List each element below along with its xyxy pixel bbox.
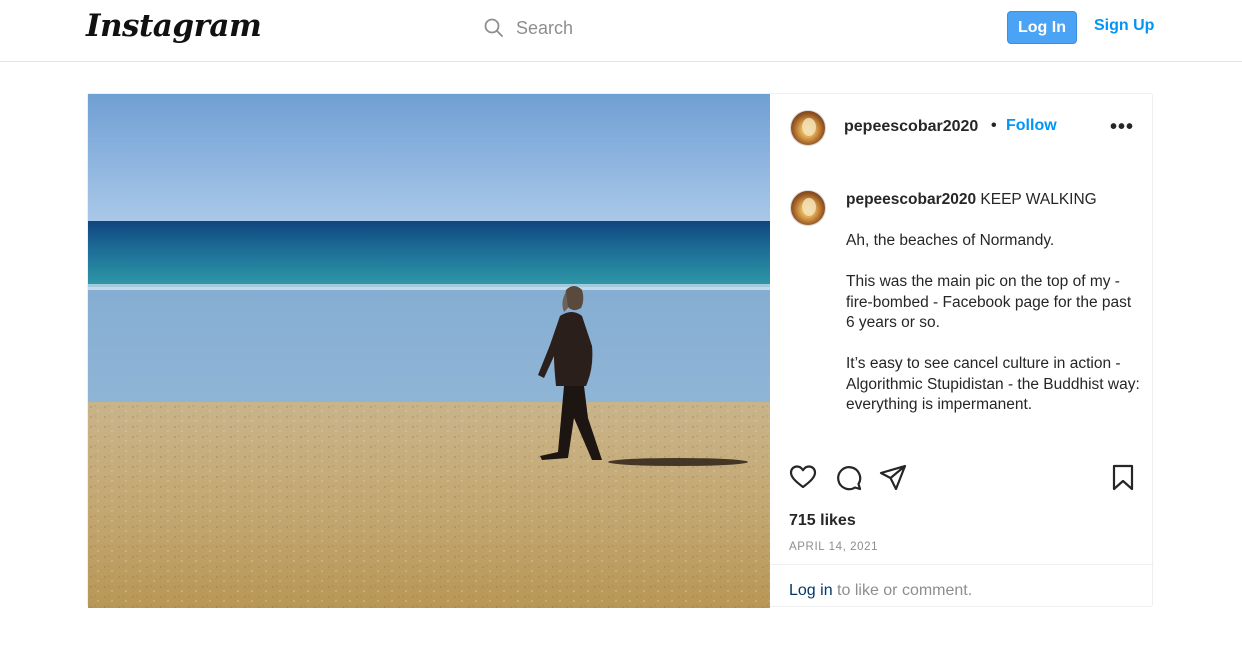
- login-link[interactable]: Log in: [789, 582, 833, 599]
- instagram-logo[interactable]: Instagram: [86, 8, 262, 44]
- more-icon[interactable]: •••: [1110, 116, 1134, 139]
- login-prompt-text: to like or comment.: [832, 582, 973, 599]
- likes-count[interactable]: 715 likes: [789, 512, 856, 530]
- post-sidebar: pepeescobar2020 • Follow ••• pepeescobar…: [770, 94, 1154, 608]
- post-photo[interactable]: [88, 94, 770, 608]
- search-icon: [484, 18, 503, 37]
- post-date: APRIL 14, 2021: [789, 541, 879, 553]
- caption-username[interactable]: pepeescobar2020: [846, 191, 976, 208]
- caption-paragraph: This was the main pic on the top of my -…: [846, 273, 1132, 331]
- caption-title: KEEP WALKING: [980, 191, 1097, 208]
- post-author-username[interactable]: pepeescobar2020: [844, 118, 978, 136]
- divider: [770, 564, 1154, 565]
- caption-avatar[interactable]: [790, 190, 826, 226]
- avatar[interactable]: [790, 110, 826, 146]
- follow-button[interactable]: Follow: [1006, 117, 1057, 135]
- post-card: pepeescobar2020 • Follow ••• pepeescobar…: [87, 93, 1154, 608]
- separator-dot: •: [991, 117, 997, 134]
- search-placeholder[interactable]: Search: [516, 18, 573, 39]
- heart-icon[interactable]: [788, 462, 818, 492]
- post-actions-bar: [788, 462, 1138, 492]
- share-icon[interactable]: [878, 462, 908, 492]
- caption-paragraph: It’s easy to see cancel culture in actio…: [846, 355, 1140, 413]
- beach-photo-image: [88, 94, 770, 608]
- search-box[interactable]: Search: [484, 16, 684, 42]
- comment-icon[interactable]: [833, 462, 863, 492]
- signup-link[interactable]: Sign Up: [1094, 17, 1154, 35]
- bookmark-icon[interactable]: [1108, 462, 1138, 492]
- login-button[interactable]: Log In: [1007, 11, 1077, 44]
- post-caption: pepeescobar2020 KEEP WALKING Ah, the bea…: [846, 190, 1142, 436]
- caption-paragraph: Ah, the beaches of Normandy.: [846, 232, 1055, 249]
- login-to-comment: Log in to like or comment.: [789, 582, 972, 600]
- top-navigation-bar: Instagram Search Log In Sign Up: [0, 0, 1242, 62]
